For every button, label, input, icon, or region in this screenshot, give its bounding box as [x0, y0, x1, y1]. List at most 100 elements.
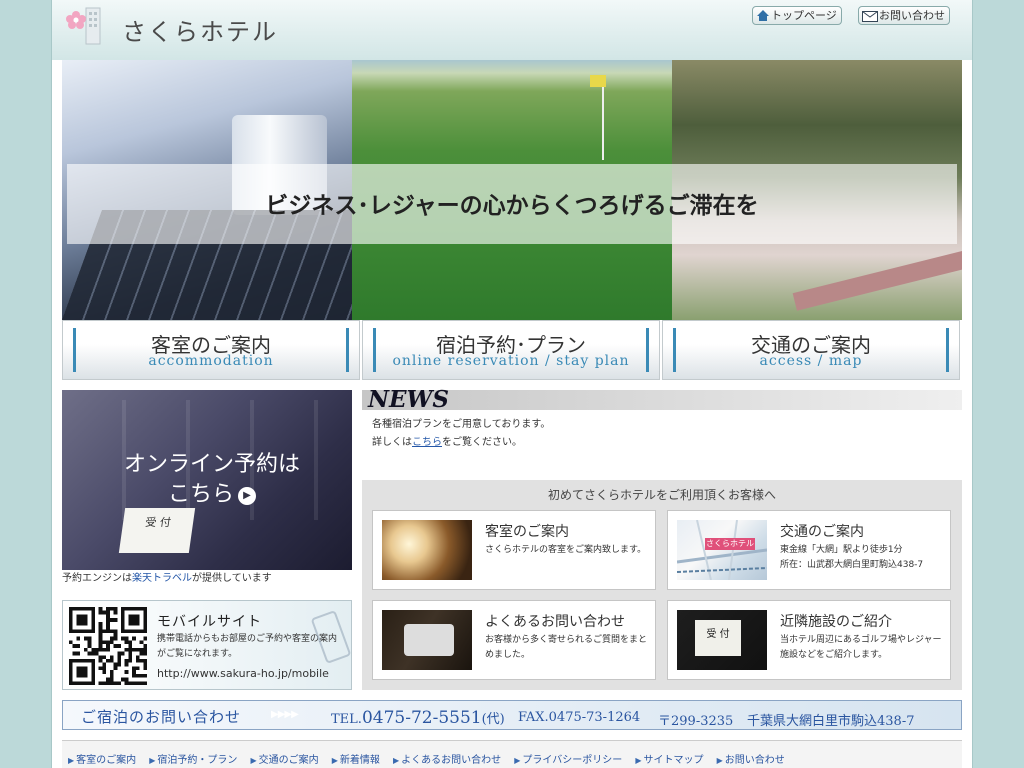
contact-button[interactable]: お問い合わせ: [858, 6, 950, 25]
rakuten-travel-link[interactable]: 楽天トラベル: [132, 573, 192, 584]
mobile-site-banner[interactable]: モバイルサイト 携帯電話からもお部屋のご予約や客室の案内がご覧になれます。 ht…: [62, 600, 352, 690]
card-faq-title: よくあるお問い合わせ: [485, 614, 625, 630]
footer-link-news[interactable]: ▶ 新着情報: [332, 751, 380, 766]
online-reservation-line2-wrap: こちら ▶: [102, 480, 322, 510]
sakura-logo-icon[interactable]: [66, 6, 106, 46]
card-rooms-title: 客室のご案内: [485, 524, 569, 540]
news-details-link[interactable]: こちら: [412, 437, 442, 448]
contact-label: お問い合わせ: [879, 9, 945, 22]
inquiry-zip: 〒299-3235: [658, 714, 734, 729]
top-page-button[interactable]: トップページ: [752, 6, 842, 25]
footer-link-faq[interactable]: ▶ よくあるお問い合わせ: [393, 751, 501, 766]
inquiry-label: ご宿泊のお問い合わせ: [81, 708, 242, 726]
page: さくらホテル トップページ お問い合わせ ビジネス･レジャーの心からくつろげるご…: [51, 0, 973, 768]
tel-suffix: (代): [481, 712, 505, 727]
card-nearby-title: 近隣施設のご紹介: [780, 614, 892, 630]
reception-sign: 受 付: [695, 620, 741, 656]
telephone-icon: [404, 624, 454, 656]
map-hotel-label: さくらホテル: [705, 538, 755, 550]
golf-flag-icon: [590, 75, 606, 87]
news-line-1: 各種宿泊プランをご用意しております。: [372, 419, 551, 430]
footer-link-label: よくあるお問い合わせ: [401, 755, 502, 766]
hero-banner: ビジネス･レジャーの心からくつろげるご滞在を: [62, 60, 962, 320]
main-nav: 客室のご案内 accommodation 宿泊予約･プラン online res…: [62, 320, 962, 380]
card-rooms[interactable]: 客室のご案内 さくらホテルの客室をご案内致します。: [372, 510, 656, 590]
mobile-site-desc: 携帯電話からもお部屋のご予約や客室の案内がご覧になれます。: [157, 634, 338, 659]
footer-link-label: サイトマップ: [643, 755, 704, 766]
arrow-right-icon: ▶: [238, 487, 256, 505]
triangle-right-icon: ▶: [149, 756, 156, 765]
note-prefix: 予約エンジンは: [62, 573, 132, 584]
news-body: 各種宿泊プランをご用意しております。 詳しくはこちらをご覧ください。: [372, 416, 952, 452]
triangle-right-icon: ▶: [331, 756, 338, 765]
triangle-right-icon: ▶: [250, 756, 257, 765]
card-access-map: さくらホテル: [677, 520, 767, 580]
footer-links: ▶ 客室のご案内 ▶ 宿泊予約・プラン ▶ 交通のご案内 ▶ 新着情報 ▶ よくあるお問い…: [68, 748, 793, 767]
card-faq-photo: [382, 610, 472, 670]
card-nearby-photo: 受 付: [677, 610, 767, 670]
online-reservation-banner[interactable]: オンライン予約は こちら ▶ 受 付: [62, 390, 352, 570]
footer-link-label: プライバシーポリシー: [522, 755, 623, 766]
nav-accommodation-sublabel: accommodation: [148, 353, 274, 369]
mobile-site-title: モバイルサイト: [157, 614, 262, 630]
nav-access[interactable]: 交通のご案内 access / map: [662, 320, 960, 380]
news-line2-prefix: 詳しくは: [372, 437, 412, 448]
footer-link-label: お問い合わせ: [724, 755, 785, 766]
first-time-guests-title: 初めてさくらホテルをご利用頂くお客様へ: [547, 488, 776, 502]
header: さくらホテル トップページ お問い合わせ: [52, 0, 972, 60]
triangle-right-icon: ▶: [635, 756, 642, 765]
map-roads-icon: [677, 520, 767, 580]
qr-code-icon: [69, 607, 147, 685]
card-nearby-desc: 当ホテル周辺にあるゴルフ場やレジャー施設などをご紹介します。: [780, 635, 942, 660]
nav-access-sublabel: access / map: [759, 353, 863, 369]
nav-bar-right: [646, 328, 649, 372]
inquiry-tel: TEL.0475-72-5551(代): [331, 708, 505, 728]
card-faq-desc: お客様から多く寄せられるご質問をまとめました。: [485, 635, 648, 660]
footer-link-label: 交通のご案内: [258, 755, 319, 766]
card-access-desc: 東金線「大網」駅より徒歩1分 所在：山武郡大網白里町駒込438-7: [780, 545, 924, 570]
hero-tagline: ビジネス･レジャーの心からくつろげるご滞在を: [265, 193, 759, 219]
top-page-label: トップページ: [771, 9, 837, 22]
footer-link-access[interactable]: ▶ 交通のご案内: [251, 751, 319, 766]
tel-number[interactable]: 0475-72-5551: [362, 708, 482, 728]
triangle-right-icon: ▶: [514, 756, 521, 765]
online-reservation-text: オンライン予約は こちら ▶: [102, 450, 322, 510]
card-rooms-photo: [382, 520, 472, 580]
card-access[interactable]: さくらホテル 交通のご案内 東金線「大網」駅より徒歩1分 所在：山武郡大網白里町…: [667, 510, 951, 590]
home-icon: [757, 10, 769, 21]
news-line2-suffix: をご覧ください。: [442, 437, 522, 448]
footer-link-sitemap[interactable]: ▶ サイトマップ: [635, 751, 703, 766]
news-line-2: 詳しくはこちらをご覧ください。: [372, 434, 952, 452]
online-reservation-line2: こちら: [167, 482, 234, 507]
inquiry-bar: ご宿泊のお問い合わせ ▶▶▶▶ TEL.0475-72-5551(代) FAX.…: [62, 700, 962, 730]
card-rooms-desc: さくらホテルの客室をご案内致します。: [485, 545, 647, 555]
nav-reservation[interactable]: 宿泊予約･プラン online reservation / stay plan: [362, 320, 660, 380]
footer-link-contact[interactable]: ▶ お問い合わせ: [717, 751, 785, 766]
reservation-engine-note: 予約エンジンは楽天トラベルが提供しています: [62, 569, 362, 584]
footer-link-privacy[interactable]: ▶ プライバシーポリシー: [514, 751, 622, 766]
triangle-right-icon: ▶: [716, 756, 723, 765]
online-reservation-line1: オンライン予約は: [123, 452, 300, 477]
inquiry-fax: FAX.0475-73-1264: [518, 710, 641, 725]
mobile-site-url[interactable]: http://www.sakura-ho.jp/mobile: [157, 667, 329, 680]
card-access-title: 交通のご案内: [780, 524, 864, 540]
news-header: NEWS: [362, 386, 962, 413]
card-nearby[interactable]: 受 付 近隣施設のご紹介 当ホテル周辺にあるゴルフ場やレジャー施設などをご紹介し…: [667, 600, 951, 680]
first-time-guests-section: 初めてさくらホテルをご利用頂くお客様へ 客室のご案内 さくらホテルの客室をご案内…: [362, 480, 962, 690]
footer-link-reservation[interactable]: ▶ 宿泊予約・プラン: [149, 751, 237, 766]
triangle-right-icon: ▶: [68, 756, 75, 765]
news-title: NEWS: [368, 386, 449, 413]
nav-bar-right: [346, 328, 349, 372]
nav-accommodation[interactable]: 客室のご案内 accommodation: [62, 320, 360, 380]
card-faq[interactable]: よくあるお問い合わせ お客様から多く寄せられるご質問をまとめました。: [372, 600, 656, 680]
footer-link-label: 新着情報: [339, 755, 380, 766]
footer-link-rooms[interactable]: ▶ 客室のご案内: [68, 751, 136, 766]
arrow-right-icon: ▶▶▶▶: [271, 709, 299, 720]
site-logo-text[interactable]: さくらホテル: [122, 12, 278, 47]
triangle-right-icon: ▶: [393, 756, 400, 765]
flag-pole: [602, 75, 604, 160]
reception-sign: 受 付: [118, 508, 196, 553]
footer-nav: ▶ 客室のご案内 ▶ 宿泊予約・プラン ▶ 交通のご案内 ▶ 新着情報 ▶ よくあるお問い…: [62, 740, 962, 768]
footer-link-label: 客室のご案内: [76, 755, 137, 766]
mail-icon: [862, 11, 878, 22]
